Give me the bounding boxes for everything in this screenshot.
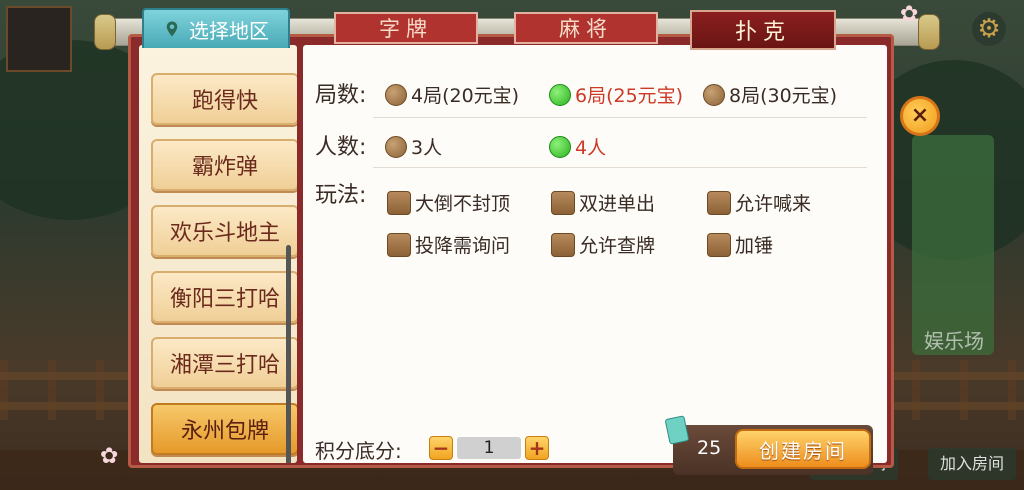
gear-icon[interactable]: ⚙ <box>972 12 1006 46</box>
rule-checkbox-touxiang[interactable]: 投降需询问 <box>387 231 510 258</box>
flower-decoration-icon: ✿ <box>100 444 119 469</box>
checkbox-icon <box>707 232 731 257</box>
create-room-dialog: 跑得快 霸炸弹 欢乐斗地主 衡阳三打哈 湘潭三打哈 永州包牌 局数: 4局(20… <box>94 8 940 475</box>
radio-icon <box>385 135 407 158</box>
location-pin-icon <box>166 21 178 37</box>
players-option-4[interactable]: 4人 <box>549 133 606 160</box>
rounds-option-label: 6局(25元宝) <box>575 85 684 107</box>
minus-button[interactable]: − <box>429 436 453 460</box>
rounds-option-4[interactable]: 4局(20元宝) <box>385 81 519 108</box>
checkbox-icon <box>707 190 731 215</box>
players-option-label: 4人 <box>575 137 607 159</box>
room-cost: 25 <box>697 437 722 459</box>
dialog-frame: 跑得快 霸炸弹 欢乐斗地主 衡阳三打哈 湘潭三打哈 永州包牌 局数: 4局(20… <box>128 34 894 475</box>
checkbox-icon <box>551 190 575 215</box>
plus-button[interactable]: + <box>525 436 549 460</box>
entertainment-card[interactable] <box>912 135 994 355</box>
base-score-stepper: − 1 + <box>429 435 549 461</box>
rounds-option-8[interactable]: 8局(30元宝) <box>703 81 837 108</box>
rule-label: 双进单出 <box>579 193 656 215</box>
close-icon[interactable]: × <box>900 96 940 136</box>
rounds-option-label: 4局(20元宝) <box>411 85 520 107</box>
tab-zipai[interactable]: 字牌 <box>334 12 478 44</box>
checkbox-icon <box>387 232 411 257</box>
create-room-button[interactable]: 创建房间 <box>735 429 871 469</box>
rounds-label: 局数: <box>315 83 367 108</box>
tab-select-region[interactable]: 选择地区 <box>142 8 290 48</box>
sidebar-item-huanle-doudizhu[interactable]: 欢乐斗地主 <box>151 205 297 257</box>
scroll-end-left <box>94 14 116 50</box>
background-join-room-button[interactable]: 加入房间 <box>928 448 1017 480</box>
tab-region-label: 选择地区 <box>189 18 269 43</box>
sidebar-item-paodekuai[interactable]: 跑得快 <box>151 73 297 125</box>
radio-icon <box>703 83 725 106</box>
radio-selected-icon <box>549 135 571 158</box>
flower-decoration-icon: ✿ <box>900 2 919 27</box>
tab-majiang[interactable]: 麻将 <box>514 12 658 44</box>
entertainment-label: 娱乐场 <box>924 329 984 353</box>
players-label: 人数: <box>315 135 367 160</box>
rule-label: 允许喊来 <box>735 193 812 215</box>
rounds-option-6[interactable]: 6局(25元宝) <box>549 81 683 108</box>
checkbox-icon <box>551 232 575 257</box>
players-option-label: 3人 <box>411 137 443 159</box>
tab-puke[interactable]: 扑克 <box>690 10 836 50</box>
players-option-3[interactable]: 3人 <box>385 133 442 160</box>
radio-selected-icon <box>549 83 571 106</box>
rule-checkbox-hanlai[interactable]: 允许喊来 <box>707 189 811 216</box>
rule-label: 大倒不封顶 <box>415 193 511 215</box>
rule-checkbox-chapai[interactable]: 允许查牌 <box>551 231 655 258</box>
sidebar-scrollbar[interactable] <box>286 245 291 463</box>
diamond-icon <box>664 415 690 445</box>
avatar[interactable] <box>6 6 72 72</box>
base-score-label: 积分底分: <box>315 439 402 463</box>
rule-checkbox-dadao[interactable]: 大倒不封顶 <box>387 189 510 216</box>
create-room-area: 25 创建房间 <box>664 415 873 475</box>
rounds-option-label: 8局(30元宝) <box>729 85 838 107</box>
rule-label: 投降需询问 <box>415 235 511 257</box>
base-score-value: 1 <box>457 437 521 459</box>
checkbox-icon <box>387 190 411 215</box>
scroll-end-right <box>918 14 940 50</box>
rule-checkbox-jiachui[interactable]: 加锤 <box>707 231 773 258</box>
sidebar-item-yongzhou-baopai[interactable]: 永州包牌 <box>151 403 297 455</box>
rule-checkbox-shuangjin[interactable]: 双进单出 <box>551 189 655 216</box>
rules-label: 玩法: <box>315 183 367 208</box>
rule-label: 加锤 <box>735 235 774 257</box>
divider <box>373 167 867 168</box>
divider <box>373 117 867 118</box>
sidebar-item-xiangtan-sandaha[interactable]: 湘潭三打哈 <box>151 337 297 389</box>
sidebar-item-bazhadan[interactable]: 霸炸弹 <box>151 139 297 191</box>
game-sidebar: 跑得快 霸炸弹 欢乐斗地主 衡阳三打哈 湘潭三打哈 永州包牌 <box>139 45 297 463</box>
options-panel: 局数: 4局(20元宝) 6局(25元宝) 8局(30元宝) 人数: 3人 4人… <box>303 45 887 475</box>
sidebar-item-hengyang-sandaha[interactable]: 衡阳三打哈 <box>151 271 297 323</box>
radio-icon <box>385 83 407 106</box>
rule-label: 允许查牌 <box>579 235 656 257</box>
